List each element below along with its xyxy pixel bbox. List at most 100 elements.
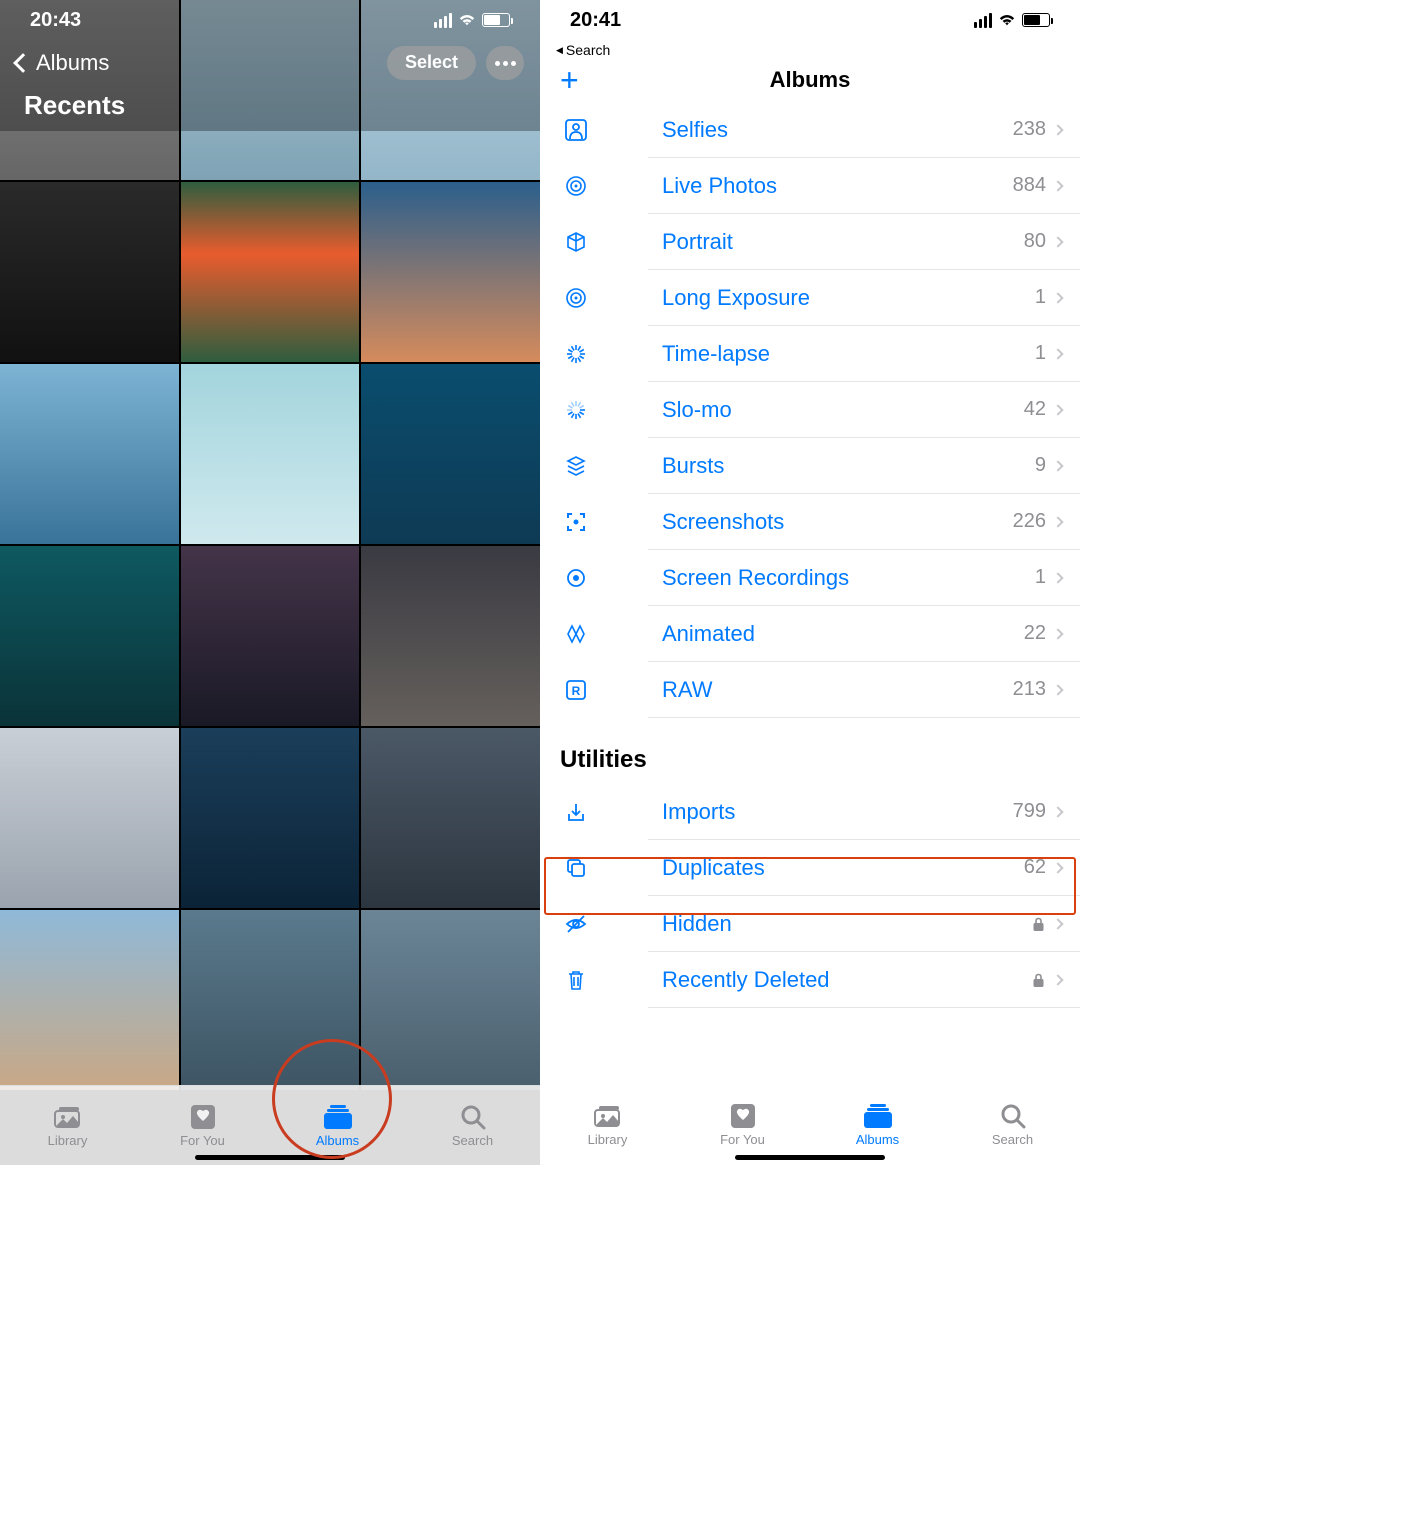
section-header-utilities: Utilities (540, 718, 1080, 784)
concentric-icon (560, 287, 592, 309)
home-indicator[interactable] (735, 1155, 885, 1160)
album-row-long-exposure[interactable]: Long Exposure 1 (540, 270, 1080, 326)
stack-icon (560, 455, 592, 477)
album-row-screen-recordings[interactable]: Screen Recordings 1 (540, 550, 1080, 606)
status-time: 20:41 (570, 9, 621, 32)
album-count: 22 (1024, 622, 1046, 645)
albums-list[interactable]: Selfies 238 Live Photos 884 Portrait 80 … (540, 102, 1080, 1165)
tab-for-you[interactable]: For You (675, 1085, 810, 1165)
album-row-hidden[interactable]: Hidden (540, 896, 1080, 952)
album-label: Screen Recordings (662, 565, 1035, 591)
photos-albums-screen: 20:41 Search + Albums Selfies 238 Live P… (540, 0, 1080, 1165)
albums-icon (862, 1103, 894, 1129)
add-button[interactable]: + (560, 62, 579, 99)
photo-thumbnail[interactable] (0, 364, 179, 544)
more-button[interactable] (486, 46, 524, 80)
photo-thumbnail[interactable] (0, 728, 179, 908)
search-icon (457, 1104, 489, 1130)
concentric-icon (560, 175, 592, 197)
corners-icon (560, 511, 592, 533)
album-row-slo-mo[interactable]: Slo-mo 42 (540, 382, 1080, 438)
cellular-icon (974, 13, 992, 28)
nav-title: Albums (770, 67, 851, 93)
photo-thumbnail[interactable] (361, 546, 540, 726)
photo-thumbnail[interactable] (181, 182, 360, 362)
chevron-right-icon (1052, 516, 1063, 527)
album-label: RAW (662, 677, 1013, 703)
burst-partial-icon (560, 399, 592, 421)
chevron-left-icon (13, 53, 33, 73)
for-you-icon (727, 1103, 759, 1129)
album-row-imports[interactable]: Imports 799 (540, 784, 1080, 840)
album-row-bursts[interactable]: Bursts 9 (540, 438, 1080, 494)
library-icon (592, 1103, 624, 1129)
album-count: 238 (1013, 118, 1046, 141)
chevron-right-icon (1052, 124, 1063, 135)
chevron-right-icon (1052, 180, 1063, 191)
photo-thumbnail[interactable] (181, 364, 360, 544)
for-you-icon (187, 1104, 219, 1130)
import-icon (560, 801, 592, 823)
select-button[interactable]: Select (387, 46, 476, 80)
album-count: 1 (1035, 286, 1046, 309)
photo-grid[interactable] (0, 0, 540, 1165)
photo-thumbnail[interactable] (361, 364, 540, 544)
album-count: 80 (1024, 230, 1046, 253)
photo-thumbnail[interactable] (361, 910, 540, 1090)
album-count: 1 (1035, 566, 1046, 589)
photo-thumbnail[interactable] (361, 728, 540, 908)
chevron-right-icon (1052, 236, 1063, 247)
tab-albums[interactable]: Albums (270, 1086, 405, 1165)
album-row-live-photos[interactable]: Live Photos 884 (540, 158, 1080, 214)
chevron-right-icon (1052, 918, 1063, 929)
album-label: Portrait (662, 229, 1024, 255)
album-label: Duplicates (662, 855, 1024, 881)
album-row-duplicates[interactable]: Duplicates 62 (540, 840, 1080, 896)
photos-recents-screen: 20:43 Albums Select Recents (0, 0, 540, 1165)
album-label: Slo-mo (662, 397, 1024, 423)
photo-thumbnail[interactable] (181, 910, 360, 1090)
chevron-right-icon (1052, 404, 1063, 415)
status-bar: 20:41 (540, 0, 1080, 40)
album-count: 42 (1024, 398, 1046, 421)
photo-thumbnail[interactable] (181, 546, 360, 726)
album-label: Hidden (662, 911, 1032, 937)
home-indicator[interactable] (195, 1155, 345, 1160)
album-row-recently-deleted[interactable]: Recently Deleted (540, 952, 1080, 1008)
photo-thumbnail[interactable] (181, 728, 360, 908)
album-row-selfies[interactable]: Selfies 238 (540, 102, 1080, 158)
album-label: Animated (662, 621, 1024, 647)
lock-icon (1032, 973, 1046, 987)
album-row-time-lapse[interactable]: Time-lapse 1 (540, 326, 1080, 382)
tab-search[interactable]: Search (405, 1086, 540, 1165)
album-row-animated[interactable]: Animated 22 (540, 606, 1080, 662)
back-button[interactable]: Albums (16, 50, 109, 76)
nav-header: Albums Select Recents (0, 40, 540, 131)
person-square-icon (560, 119, 592, 141)
back-to-search-link[interactable]: Search (540, 40, 1080, 58)
tab-library[interactable]: Library (540, 1085, 675, 1165)
photo-thumbnail[interactable] (361, 182, 540, 362)
chevron-right-icon (1052, 572, 1063, 583)
r-square-icon: R (560, 679, 592, 701)
photo-thumbnail[interactable] (0, 546, 179, 726)
album-row-portrait[interactable]: Portrait 80 (540, 214, 1080, 270)
tab-search[interactable]: Search (945, 1085, 1080, 1165)
album-label: Screenshots (662, 509, 1013, 535)
tab-albums[interactable]: Albums (810, 1085, 945, 1165)
photo-thumbnail[interactable] (0, 910, 179, 1090)
diamonds-icon (560, 623, 592, 645)
album-row-raw[interactable]: R RAW 213 (540, 662, 1080, 718)
tab-library[interactable]: Library (0, 1086, 135, 1165)
album-label: Bursts (662, 453, 1035, 479)
album-label: Selfies (662, 117, 1013, 143)
album-label: Time-lapse (662, 341, 1035, 367)
photo-thumbnail[interactable] (0, 182, 179, 362)
wifi-icon (998, 13, 1016, 27)
page-title: Recents (24, 90, 524, 121)
albums-icon (322, 1104, 354, 1130)
chevron-right-icon (1052, 292, 1063, 303)
tab-for-you[interactable]: For You (135, 1086, 270, 1165)
tab-bar: Library For You Albums Search (540, 1085, 1080, 1165)
album-row-screenshots[interactable]: Screenshots 226 (540, 494, 1080, 550)
